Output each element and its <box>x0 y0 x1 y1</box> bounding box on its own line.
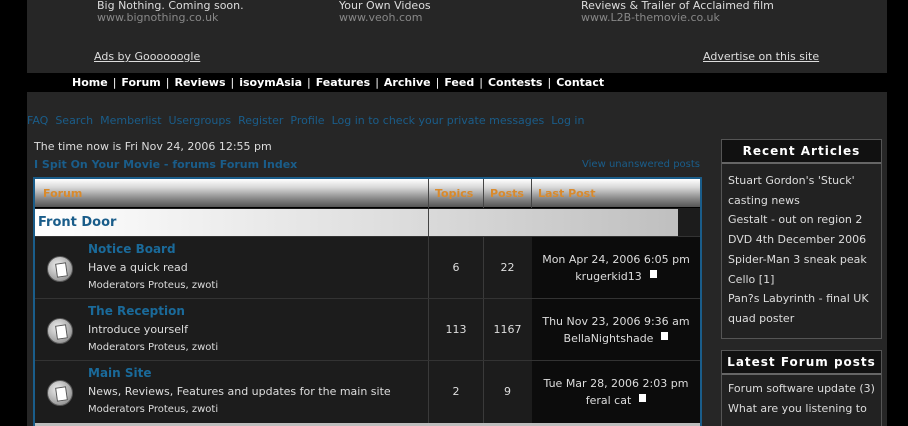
forum-folder-icon <box>47 318 73 344</box>
ad-url[interactable]: www.L2B-themovie.co.uk <box>581 12 774 24</box>
ad-url[interactable]: www.bignothing.co.uk <box>97 12 244 24</box>
forum-posts-count: 22 <box>500 261 515 274</box>
subnav-private-messages[interactable]: Log in to check your private messages <box>332 114 545 127</box>
article-link[interactable]: Cello [1] <box>722 270 881 290</box>
article-link[interactable]: DVD 4th December 2006 <box>722 230 881 250</box>
ad-2[interactable]: Your Own Videos www.veoh.com <box>339 0 431 24</box>
nav-separator: | <box>307 76 311 89</box>
article-link[interactable]: Pan?s Labyrinth - final UK <box>722 289 881 309</box>
forum-topics-count: 2 <box>452 385 460 398</box>
subnav-login[interactable]: Log in <box>551 114 584 127</box>
nav-contests[interactable]: Contests <box>488 76 543 89</box>
latest-post-link[interactable]: What are you listening to <box>722 399 881 419</box>
forum-name[interactable]: The Reception <box>88 304 185 318</box>
forum-subnav: FAQ Search Memberlist Usergroups Register Pro… <box>27 114 591 127</box>
recent-articles-title: Recent Articles <box>722 140 881 164</box>
nav-contact[interactable]: Contact <box>556 76 604 89</box>
forum-topics-count: 113 <box>445 323 467 336</box>
forum-moderators: Moderators Proteus, zwoti <box>88 342 219 353</box>
header-last-post: Last Post <box>538 187 596 200</box>
nav-separator: | <box>230 76 235 89</box>
last-post-date: Thu Nov 23, 2006 9:36 am <box>542 315 690 328</box>
article-link[interactable]: Stuart Gordon's 'Stuck' <box>722 171 881 191</box>
forum-description: Have a quick read <box>88 261 188 274</box>
last-post-user[interactable]: krugerkid13 <box>575 270 642 283</box>
last-post-user[interactable]: BellaNightshade <box>564 332 654 345</box>
ad-3[interactable]: Reviews & Trailer of Acclaimed film www.… <box>581 0 774 24</box>
nav-separator: | <box>479 76 483 89</box>
nav-feed[interactable]: Feed <box>444 76 474 89</box>
ad-url[interactable]: www.veoh.com <box>339 12 431 24</box>
forum-row-notice-board: Notice Board Have a quick read Moderator… <box>35 236 700 299</box>
subnav-profile[interactable]: Profile <box>290 114 324 127</box>
subnav-search[interactable]: Search <box>55 114 93 127</box>
forum-last-post: Tue Mar 28, 2006 2:03 pm feral cat <box>532 375 700 409</box>
forum-topics-count: 6 <box>452 261 460 274</box>
subnav-usergroups[interactable]: Usergroups <box>169 114 232 127</box>
forum-last-post: Thu Nov 23, 2006 9:36 am BellaNightshade <box>532 313 700 347</box>
forum-description: Introduce yourself <box>88 323 188 336</box>
latest-posts-box: Latest Forum posts Forum software update… <box>721 350 882 426</box>
header-forum: Forum <box>43 187 83 200</box>
forum-row-the-reception: The Reception Introduce yourself Moderat… <box>35 298 700 361</box>
table-header: Forum Topics Posts Last Post <box>35 179 700 208</box>
article-link[interactable]: Spider-Man 3 sneak peak <box>722 250 881 270</box>
advertise-link[interactable]: Advertise on this site <box>703 50 819 63</box>
forum-posts-count: 1167 <box>493 323 522 336</box>
view-latest-post-icon[interactable] <box>661 332 669 340</box>
article-link[interactable]: Gestalt - out on region 2 <box>722 210 881 230</box>
forum-name[interactable]: Main Site <box>88 366 152 380</box>
nav-separator: | <box>112 76 117 89</box>
ad-1[interactable]: Big Nothing. Coming soon. www.bignothing… <box>97 0 244 24</box>
nav-isoymasia[interactable]: isoymAsia <box>239 76 302 89</box>
nav-reviews[interactable]: Reviews <box>174 76 225 89</box>
forum-table: Forum Topics Posts Last Post Front Door … <box>33 177 702 426</box>
nav-archive[interactable]: Archive <box>384 76 431 89</box>
nav-forum[interactable]: Forum <box>121 76 160 89</box>
article-link[interactable]: casting news <box>722 191 881 211</box>
header-topics: Topics <box>435 187 474 200</box>
latest-post-link[interactable]: Forum software update (3) <box>722 379 881 399</box>
ads-by-link[interactable]: Ads by Goooooogle <box>94 50 200 63</box>
view-unanswered-link[interactable]: View unanswered posts <box>582 159 700 170</box>
forum-posts-count: 9 <box>504 385 511 398</box>
nav-separator: | <box>375 76 379 89</box>
current-time: The time now is Fri Nov 24, 2006 12:55 p… <box>34 140 272 153</box>
header-posts: Posts <box>490 187 524 200</box>
last-post-date: Tue Mar 28, 2006 2:03 pm <box>543 377 689 390</box>
forum-folder-icon <box>47 380 73 406</box>
forum-folder-icon <box>47 256 73 282</box>
category-end <box>678 209 700 236</box>
view-latest-post-icon[interactable] <box>649 270 657 278</box>
nav-features[interactable]: Features <box>316 76 370 89</box>
latest-posts-title: Latest Forum posts <box>722 351 881 375</box>
header-divider <box>531 179 532 208</box>
subnav-faq[interactable]: FAQ <box>27 114 48 127</box>
category-title[interactable]: Front Door <box>38 215 116 230</box>
forum-row-main-site: Main Site News, Reviews, Features and up… <box>35 360 700 423</box>
nav-home[interactable]: Home <box>72 76 108 89</box>
nav-separator: | <box>165 76 170 89</box>
last-post-user[interactable]: feral cat <box>586 394 632 407</box>
header-divider <box>428 179 429 208</box>
forum-description: News, Reviews, Features and updates for … <box>88 385 391 398</box>
nav-separator: | <box>435 76 440 89</box>
forum-last-post: Mon Apr 24, 2006 6:05 pm krugerkid13 <box>532 251 700 285</box>
article-link[interactable]: quad poster <box>722 309 881 329</box>
forum-index-link[interactable]: I Spit On Your Movie - forums Forum Inde… <box>34 158 297 171</box>
main-nav: Home | Forum | Reviews | isoymAsia | Features | Ar… <box>27 73 887 92</box>
view-latest-post-icon[interactable] <box>639 394 647 402</box>
forum-moderators: Moderators Proteus, zwoti <box>88 280 219 291</box>
category-divider <box>428 209 429 236</box>
forum-name[interactable]: Notice Board <box>88 242 176 256</box>
subnav-register[interactable]: Register <box>238 114 283 127</box>
last-post-date: Mon Apr 24, 2006 6:05 pm <box>542 253 690 266</box>
nav-separator: | <box>547 76 552 89</box>
forum-moderators: Moderators Proteus, zwoti <box>88 404 219 415</box>
header-divider <box>483 179 484 208</box>
subnav-memberlist[interactable]: Memberlist <box>100 114 161 127</box>
category-row: Front Door <box>35 209 700 236</box>
recent-articles-box: Recent Articles Stuart Gordon's 'Stuck' … <box>721 139 882 339</box>
